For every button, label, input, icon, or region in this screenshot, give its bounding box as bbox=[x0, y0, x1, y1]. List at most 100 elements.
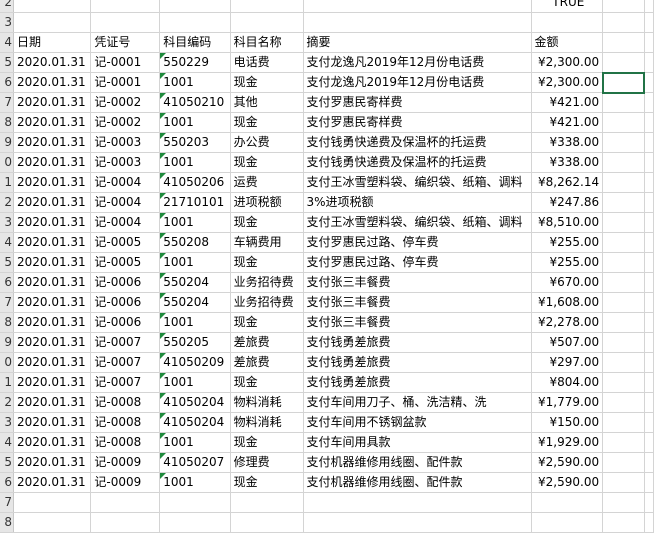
cell-voucher[interactable]: 记-0006 bbox=[90, 272, 161, 293]
cell-code[interactable]: 1001 bbox=[159, 212, 231, 233]
row-header[interactable]: 2 bbox=[0, 0, 14, 13]
row-header[interactable]: 8 bbox=[0, 112, 14, 133]
row-header[interactable]: 7 bbox=[0, 492, 14, 513]
cell[interactable] bbox=[644, 272, 654, 293]
cell-subject-name[interactable]: 修理费 bbox=[230, 452, 304, 473]
cell[interactable] bbox=[644, 92, 654, 113]
cell[interactable] bbox=[13, 512, 92, 533]
cell[interactable] bbox=[644, 312, 654, 333]
cell-code[interactable]: 41050204 bbox=[159, 412, 231, 433]
cell[interactable] bbox=[90, 12, 161, 33]
cell-subject-name[interactable]: 现金 bbox=[230, 72, 304, 93]
cell[interactable] bbox=[602, 232, 645, 253]
cell[interactable] bbox=[602, 152, 645, 173]
cell[interactable] bbox=[303, 492, 532, 513]
cell-code[interactable]: 550208 bbox=[159, 232, 231, 253]
cell[interactable] bbox=[303, 12, 532, 33]
cell[interactable] bbox=[602, 292, 645, 313]
header-summary[interactable]: 摘要 bbox=[303, 32, 532, 53]
cell[interactable] bbox=[602, 272, 645, 293]
cell-voucher[interactable]: 记-0007 bbox=[90, 352, 161, 373]
cell[interactable] bbox=[644, 72, 654, 93]
cell-date[interactable]: 2020.01.31 bbox=[13, 192, 92, 213]
row-header[interactable]: 8 bbox=[0, 512, 14, 533]
cell-amount[interactable]: ¥255.00 bbox=[531, 232, 604, 253]
cell-summary[interactable]: 支付张三丰餐费 bbox=[303, 312, 532, 333]
cell[interactable] bbox=[602, 432, 645, 453]
row-header[interactable]: 5 bbox=[0, 252, 14, 273]
cell-amount[interactable]: ¥804.00 bbox=[531, 372, 604, 393]
cell[interactable] bbox=[159, 0, 231, 13]
cell-summary[interactable]: 支付罗惠民寄样费 bbox=[303, 92, 532, 113]
cell-amount[interactable]: ¥297.00 bbox=[531, 352, 604, 373]
cell-voucher[interactable]: 记-0004 bbox=[90, 172, 161, 193]
cell-date[interactable]: 2020.01.31 bbox=[13, 452, 92, 473]
cell-summary[interactable]: 支付罗惠民过路、停车费 bbox=[303, 252, 532, 273]
cell-amount[interactable]: ¥421.00 bbox=[531, 92, 604, 113]
cell[interactable] bbox=[602, 52, 645, 73]
cell-subject-name[interactable]: 办公费 bbox=[230, 132, 304, 153]
cell[interactable] bbox=[602, 352, 645, 373]
header-date[interactable]: 日期 bbox=[13, 32, 92, 53]
cell-amount[interactable]: ¥670.00 bbox=[531, 272, 604, 293]
cell[interactable] bbox=[601, 71, 646, 94]
row-header[interactable]: 7 bbox=[0, 292, 14, 313]
cell[interactable] bbox=[602, 212, 645, 233]
cell-subject-name[interactable]: 业务招待费 bbox=[230, 292, 304, 313]
cell-summary[interactable]: 支付钱勇快递费及保温杯的托运费 bbox=[303, 132, 532, 153]
cell-code[interactable]: 550203 bbox=[159, 132, 231, 153]
cell-summary[interactable]: 支付机器维修用线圈、配件款 bbox=[303, 472, 532, 493]
cell[interactable] bbox=[230, 512, 304, 533]
row-header[interactable]: 0 bbox=[0, 152, 14, 173]
cell-code[interactable]: 21710101 bbox=[159, 192, 231, 213]
cell-voucher[interactable]: 记-0003 bbox=[90, 132, 161, 153]
row-header[interactable]: 9 bbox=[0, 332, 14, 353]
cell[interactable] bbox=[644, 432, 654, 453]
cell-voucher[interactable]: 记-0002 bbox=[90, 112, 161, 133]
cell-code[interactable]: 1001 bbox=[159, 372, 231, 393]
cell[interactable] bbox=[602, 0, 645, 13]
cell-date[interactable]: 2020.01.31 bbox=[13, 352, 92, 373]
cell-summary[interactable]: 支付罗惠民寄样费 bbox=[303, 112, 532, 133]
cell-date[interactable]: 2020.01.31 bbox=[13, 72, 92, 93]
cell[interactable] bbox=[644, 32, 654, 53]
cell-voucher[interactable]: 记-0006 bbox=[90, 292, 161, 313]
cell-subject-name[interactable]: 现金 bbox=[230, 432, 304, 453]
cell[interactable] bbox=[644, 472, 654, 493]
cell-voucher[interactable]: 记-0002 bbox=[90, 92, 161, 113]
cell-summary[interactable]: 支付王冰雪塑料袋、编织袋、纸箱、调料 bbox=[303, 212, 532, 233]
cell-summary[interactable]: 支付张三丰餐费 bbox=[303, 272, 532, 293]
cell-amount[interactable]: ¥338.00 bbox=[531, 132, 604, 153]
cell-code[interactable]: 1001 bbox=[159, 152, 231, 173]
cell-summary[interactable]: 支付车间用刀子、桶、洗洁精、洗 bbox=[303, 392, 532, 413]
cell[interactable] bbox=[159, 12, 231, 33]
cell-subject-name[interactable]: 车辆费用 bbox=[230, 232, 304, 253]
cell[interactable] bbox=[13, 0, 92, 13]
cell[interactable] bbox=[644, 212, 654, 233]
cell[interactable] bbox=[644, 352, 654, 373]
cell-subject-name[interactable]: 物料消耗 bbox=[230, 392, 304, 413]
cell-summary[interactable]: 支付张三丰餐费 bbox=[303, 292, 532, 313]
cell-date[interactable]: 2020.01.31 bbox=[13, 172, 92, 193]
cell[interactable] bbox=[644, 52, 654, 73]
row-header[interactable]: 1 bbox=[0, 172, 14, 193]
cell[interactable] bbox=[644, 172, 654, 193]
cell-date[interactable]: 2020.01.31 bbox=[13, 412, 92, 433]
cell-voucher[interactable]: 记-0003 bbox=[90, 152, 161, 173]
cell-date[interactable]: 2020.01.31 bbox=[13, 432, 92, 453]
row-header[interactable]: 7 bbox=[0, 92, 14, 113]
row-header[interactable]: 6 bbox=[0, 272, 14, 293]
cell[interactable] bbox=[644, 252, 654, 273]
cell-date[interactable]: 2020.01.31 bbox=[13, 52, 92, 73]
cell[interactable] bbox=[159, 492, 231, 513]
cell-amount[interactable]: ¥8,262.14 bbox=[531, 172, 604, 193]
cell-summary[interactable]: 支付王冰雪塑料袋、编织袋、纸箱、调料 bbox=[303, 172, 532, 193]
row-header[interactable]: 5 bbox=[0, 452, 14, 473]
cell-subject-name[interactable]: 现金 bbox=[230, 372, 304, 393]
cell[interactable] bbox=[602, 512, 645, 533]
cell-amount[interactable]: ¥2,300.00 bbox=[531, 52, 604, 73]
cell[interactable] bbox=[644, 152, 654, 173]
cell-voucher[interactable]: 记-0005 bbox=[90, 252, 161, 273]
cell-summary[interactable]: 支付罗惠民过路、停车费 bbox=[303, 232, 532, 253]
cell-amount[interactable]: ¥8,510.00 bbox=[531, 212, 604, 233]
